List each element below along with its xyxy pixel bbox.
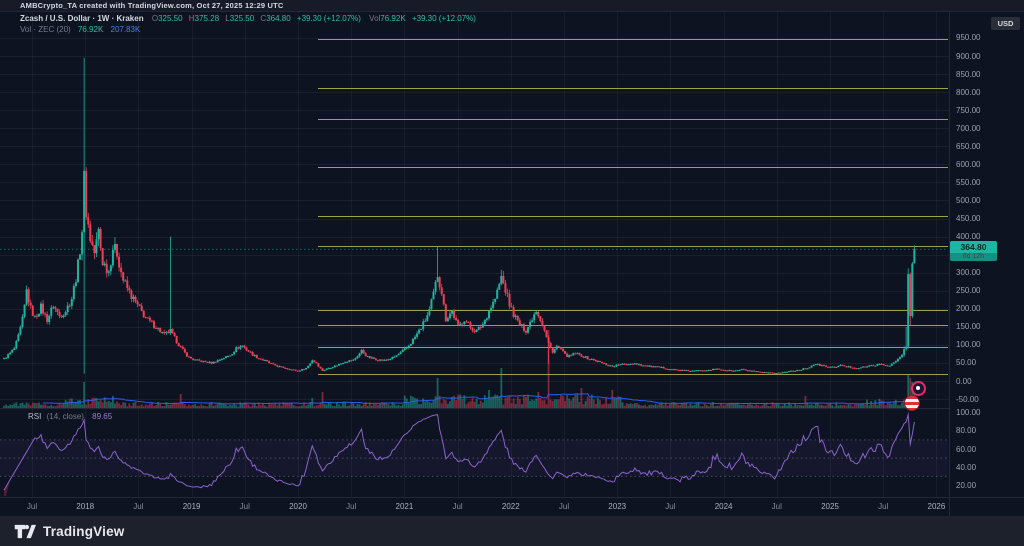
last-price-value: 364.80 (950, 241, 997, 253)
volume-indicator-label: Vol · ZEC (20) (20, 25, 71, 34)
time-tick-label: 2020 (289, 502, 307, 511)
open-value: 325.50 (158, 14, 182, 23)
time-tick-label: 2019 (183, 502, 201, 511)
time-tick-label: Jul (559, 502, 569, 511)
price-tick-label: 550.00 (956, 178, 980, 187)
volume-ma-value: 207.83K (111, 25, 141, 34)
symbol-legend: Zcash / U.S. Dollar · 1W · Kraken O325.5… (20, 14, 476, 23)
sticker-icon-spiral[interactable] (911, 381, 926, 396)
time-tick-label: Jul (27, 502, 37, 511)
price-chart-canvas[interactable] (0, 0, 1024, 546)
time-tick-label: 2022 (502, 502, 520, 511)
time-tick-label: Jul (452, 502, 462, 511)
price-tick-label: 300.00 (956, 268, 980, 277)
tradingview-logo-icon (14, 524, 36, 539)
price-tick-label: 950.00 (956, 33, 980, 42)
currency-toggle-button[interactable]: USD (991, 17, 1020, 30)
tradingview-chart-window: AMBCrypto_TA created with TradingView.co… (0, 0, 1024, 546)
tradingview-logo-text: TradingView (43, 524, 124, 539)
time-tick-label: 2025 (821, 502, 839, 511)
time-tick-label: Jul (133, 502, 143, 511)
last-price-badge[interactable]: 364.80 6d 12h (950, 241, 997, 261)
vol-value: 76.92K (380, 14, 405, 23)
price-tick-label: 400.00 (956, 232, 980, 241)
low-value: 325.50 (230, 14, 254, 23)
volume-indicator-legend[interactable]: Vol · ZEC (20) 76.92K 207.83K (20, 25, 145, 34)
rsi-params: (14, close) (47, 412, 84, 421)
high-value: 375.28 (195, 14, 219, 23)
price-tick-label: 900.00 (956, 52, 980, 61)
rsi-tick-label: 60.00 (956, 445, 976, 454)
price-tick-label: -50.00 (956, 395, 979, 404)
rsi-tick-label: 100.00 (956, 408, 980, 417)
time-tick-label: Jul (665, 502, 675, 511)
rsi-tick-label: 40.00 (956, 463, 976, 472)
price-tick-label: 100.00 (956, 340, 980, 349)
time-tick-label: 2024 (715, 502, 733, 511)
price-tick-label: 800.00 (956, 88, 980, 97)
rsi-label: RSI (28, 412, 41, 421)
vol-key: Vol (369, 14, 380, 23)
bar-countdown: 6d 12h (950, 253, 997, 261)
tradingview-logo[interactable]: TradingView (14, 524, 124, 539)
rsi-value: 89.65 (92, 412, 112, 421)
time-tick-label: Jul (772, 502, 782, 511)
time-tick-label: Jul (346, 502, 356, 511)
time-tick-label: 2023 (608, 502, 626, 511)
price-tick-label: 650.00 (956, 142, 980, 151)
symbol-title[interactable]: Zcash / U.S. Dollar · 1W · Kraken (20, 14, 144, 23)
time-tick-label: Jul (240, 502, 250, 511)
price-tick-label: 750.00 (956, 106, 980, 115)
price-tick-label: 850.00 (956, 70, 980, 79)
watermark-text: AMBCrypto_TA created with TradingView.co… (20, 1, 284, 10)
sticker-icon-striped-ball[interactable] (904, 395, 920, 411)
vol-change-value: +39.30 (+12.07%) (412, 14, 476, 23)
footer-bar: TradingView (0, 516, 1024, 546)
rsi-legend[interactable]: RSI (14, close) 89.65 (28, 412, 112, 421)
close-value: 364.80 (266, 14, 290, 23)
time-tick-label: 2026 (927, 502, 945, 511)
price-axis-border (949, 11, 950, 516)
price-tick-label: 200.00 (956, 304, 980, 313)
price-tick-label: 700.00 (956, 124, 980, 133)
time-tick-label: 2018 (76, 502, 94, 511)
time-axis-border (0, 497, 1024, 498)
price-tick-label: 50.00 (956, 358, 976, 367)
time-tick-label: 2021 (395, 502, 413, 511)
price-tick-label: 250.00 (956, 286, 980, 295)
rsi-tick-label: 80.00 (956, 426, 976, 435)
change-value: +39.30 (+12.07%) (297, 14, 361, 23)
time-tick-label: Jul (878, 502, 888, 511)
price-tick-label: 500.00 (956, 196, 980, 205)
volume-indicator-value: 76.92K (78, 25, 103, 34)
price-tick-label: 600.00 (956, 160, 980, 169)
pane-separator[interactable] (0, 408, 949, 409)
rsi-tick-label: 20.00 (956, 481, 976, 490)
price-tick-label: 150.00 (956, 322, 980, 331)
price-tick-label: 0.00 (956, 377, 972, 386)
price-tick-label: 450.00 (956, 214, 980, 223)
